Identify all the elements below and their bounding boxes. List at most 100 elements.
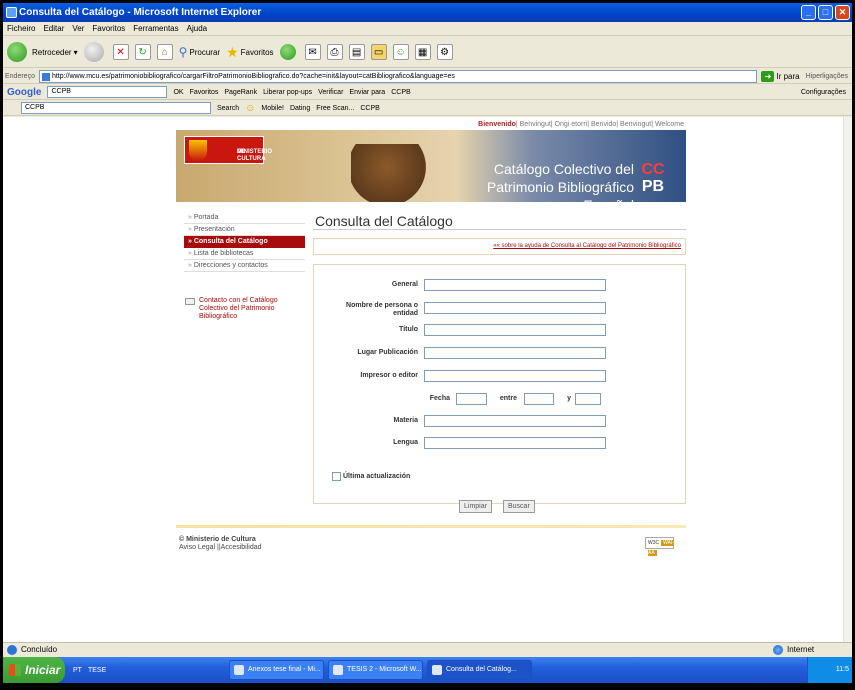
favorites-button[interactable]: ★ Favoritos — [226, 44, 273, 61]
spellcheck-button[interactable]: Verificar — [318, 89, 343, 96]
persona-label: Nombre de persona o entidad — [346, 302, 418, 317]
taskbar-item-anexos[interactable]: Anexos tese final - Mi... — [229, 660, 324, 680]
help-link[interactable]: sobre la ayuda de Consulta al Catálogo d… — [313, 238, 686, 255]
nav-consulta[interactable]: Consulta del Catálogo — [184, 236, 305, 248]
mobile-button[interactable]: Mobile! — [261, 105, 284, 112]
menu-editar[interactable]: Editar — [43, 22, 64, 35]
google-logo: Google — [7, 86, 42, 98]
nav-direcciones[interactable]: Direcciones y contactos — [184, 260, 305, 272]
free-scan-button[interactable]: Free Scan... — [316, 105, 354, 112]
menu-ferramentas[interactable]: Ferramentas — [133, 22, 178, 35]
clock[interactable]: 11:5 — [836, 666, 849, 673]
window-title: Consulta del Catálogo - Microsoft Intern… — [19, 7, 262, 18]
taskbar-item-tesis[interactable]: TESIS 2 - Microsoft W... — [328, 660, 423, 680]
menu-ficheiro[interactable]: Ficheiro — [7, 22, 35, 35]
window-titlebar[interactable]: Consulta del Catálogo - Microsoft Intern… — [3, 3, 852, 22]
menu-ajuda[interactable]: Ajuda — [187, 22, 207, 35]
ultima-actualizacion-option[interactable]: Última actualización — [332, 472, 410, 481]
nav-portada[interactable]: Portada — [184, 212, 305, 224]
search-submit-button[interactable]: Buscar — [503, 500, 535, 513]
knight-illustration — [351, 144, 441, 202]
mail-button[interactable]: ✉ — [304, 44, 321, 60]
search-button[interactable]: ⚲ Procurar — [179, 45, 220, 59]
materia-input[interactable] — [424, 415, 606, 427]
fecha-input[interactable] — [456, 393, 487, 405]
folder-button[interactable]: ▭ — [370, 44, 387, 60]
page-title: Consulta del Catálogo — [315, 213, 453, 229]
ccpb-button[interactable]: CCPB — [360, 105, 379, 112]
popup-blocker-button[interactable]: Liberar pop-ups — [263, 89, 312, 96]
general-input[interactable] — [424, 279, 606, 291]
print-button[interactable]: ⎙ — [326, 44, 343, 60]
lugar-input[interactable] — [424, 347, 606, 359]
titulo-input[interactable] — [424, 324, 606, 336]
search-form — [313, 264, 686, 504]
materia-label: Materia — [393, 417, 418, 424]
taskbar-item-consulta[interactable]: Consulta del Catálog... — [427, 660, 532, 680]
contact-link[interactable]: Contacto con el Catálogo Colectivo del P… — [185, 297, 306, 321]
address-label: Endereço — [5, 72, 35, 80]
legal-links[interactable]: Aviso Legal ||Accesibilidad — [179, 544, 262, 552]
internet-zone-icon — [773, 645, 783, 655]
refresh-button[interactable]: ↻ — [134, 44, 151, 60]
clear-button[interactable]: Limpiar — [459, 500, 492, 513]
pagerank-indicator[interactable]: PageRank — [224, 89, 257, 96]
footer: © Ministerio de Cultura Aviso Legal ||Ac… — [179, 536, 262, 552]
messenger-button[interactable]: ☺ — [392, 44, 409, 60]
site-header-banner: MINISTERIO DE CULTURA Catálogo Colectivo … — [176, 130, 686, 202]
fecha-hasta-input[interactable] — [575, 393, 601, 405]
maximize-button[interactable]: □ — [818, 5, 833, 20]
google-settings-button[interactable]: Configurações — [801, 89, 846, 96]
standard-toolbar: Retroceder ▾ ✕ ↻ ⌂ ⚲ Procurar ★ Favorito… — [3, 37, 852, 68]
persona-input[interactable] — [424, 302, 606, 314]
fecha-label: Fecha — [429, 395, 450, 402]
close-button[interactable]: ✕ — [835, 5, 850, 20]
minimize-button[interactable]: _ — [801, 5, 816, 20]
menu-bar: Ficheiro Editar Ver Favoritos Ferramenta… — [3, 22, 852, 36]
address-bar: Endereço http://www.mcu.es/patrimoniobib… — [3, 69, 852, 84]
tools-button[interactable]: ⚙ — [436, 44, 453, 60]
side-navigation: Portada Presentación Consulta del Catálo… — [184, 212, 305, 272]
history-button[interactable] — [279, 44, 296, 60]
google-search-input[interactable]: CCPB — [47, 86, 168, 98]
dating-button[interactable]: Dating — [290, 105, 310, 112]
nav-bibliotecas[interactable]: Lista de bibliotecas — [184, 248, 305, 260]
google-toolbar: Google CCPB OK Favoritos PageRank Libera… — [3, 85, 852, 100]
home-button[interactable]: ⌂ — [156, 44, 173, 60]
nav-presentacion[interactable]: Presentación — [184, 224, 305, 236]
fecha-desde-input[interactable] — [524, 393, 554, 405]
stop-button[interactable]: ✕ — [112, 44, 129, 60]
quick-tese[interactable]: TESE — [88, 667, 106, 674]
links-button[interactable]: Hiperligações — [806, 73, 848, 80]
google-ccpb-button[interactable]: CCPB — [391, 89, 410, 96]
back-arrow-icon — [7, 42, 27, 62]
google-ok-button[interactable]: OK — [173, 89, 183, 96]
edit-button[interactable]: ▤ — [348, 44, 365, 60]
start-button[interactable]: Iniciar — [3, 657, 65, 683]
toolbar-search-input[interactable]: CCPB — [21, 102, 211, 114]
vertical-scrollbar[interactable] — [843, 117, 852, 642]
ultima-actualizacion-checkbox[interactable] — [332, 472, 341, 481]
impresor-input[interactable] — [424, 370, 606, 382]
menu-ver[interactable]: Ver — [72, 22, 84, 35]
menu-favoritos[interactable]: Favoritos — [92, 22, 125, 35]
send-to-button[interactable]: Enviar para — [349, 89, 385, 96]
google-favorites-button[interactable]: Favoritos — [190, 89, 219, 96]
search-icon: ⚲ — [178, 45, 188, 59]
w3c-wai-badge[interactable]: W3C WAI-AA — [645, 537, 675, 556]
system-tray: 11:5 — [807, 657, 852, 683]
forward-button[interactable] — [83, 42, 104, 62]
toolbar-search-button[interactable]: Search — [217, 105, 239, 112]
smiley-icon[interactable]: ☺ — [245, 103, 255, 114]
address-input[interactable]: http://www.mcu.es/patrimoniobibliografic… — [38, 69, 758, 83]
lengua-input[interactable] — [424, 437, 606, 449]
status-bar: Concluído Internet — [3, 642, 852, 657]
language-indicator[interactable]: PT — [73, 667, 82, 674]
quick-launch: PT TESE — [65, 667, 225, 674]
back-button[interactable]: Retroceder ▾ — [7, 42, 78, 62]
ministerio-logo[interactable]: MINISTERIO DE CULTURA — [184, 136, 272, 164]
title-divider — [313, 229, 686, 230]
general-label: General — [391, 281, 418, 288]
research-button[interactable]: ▦ — [414, 44, 431, 60]
go-button[interactable]: ➜ Ir para — [761, 70, 800, 82]
